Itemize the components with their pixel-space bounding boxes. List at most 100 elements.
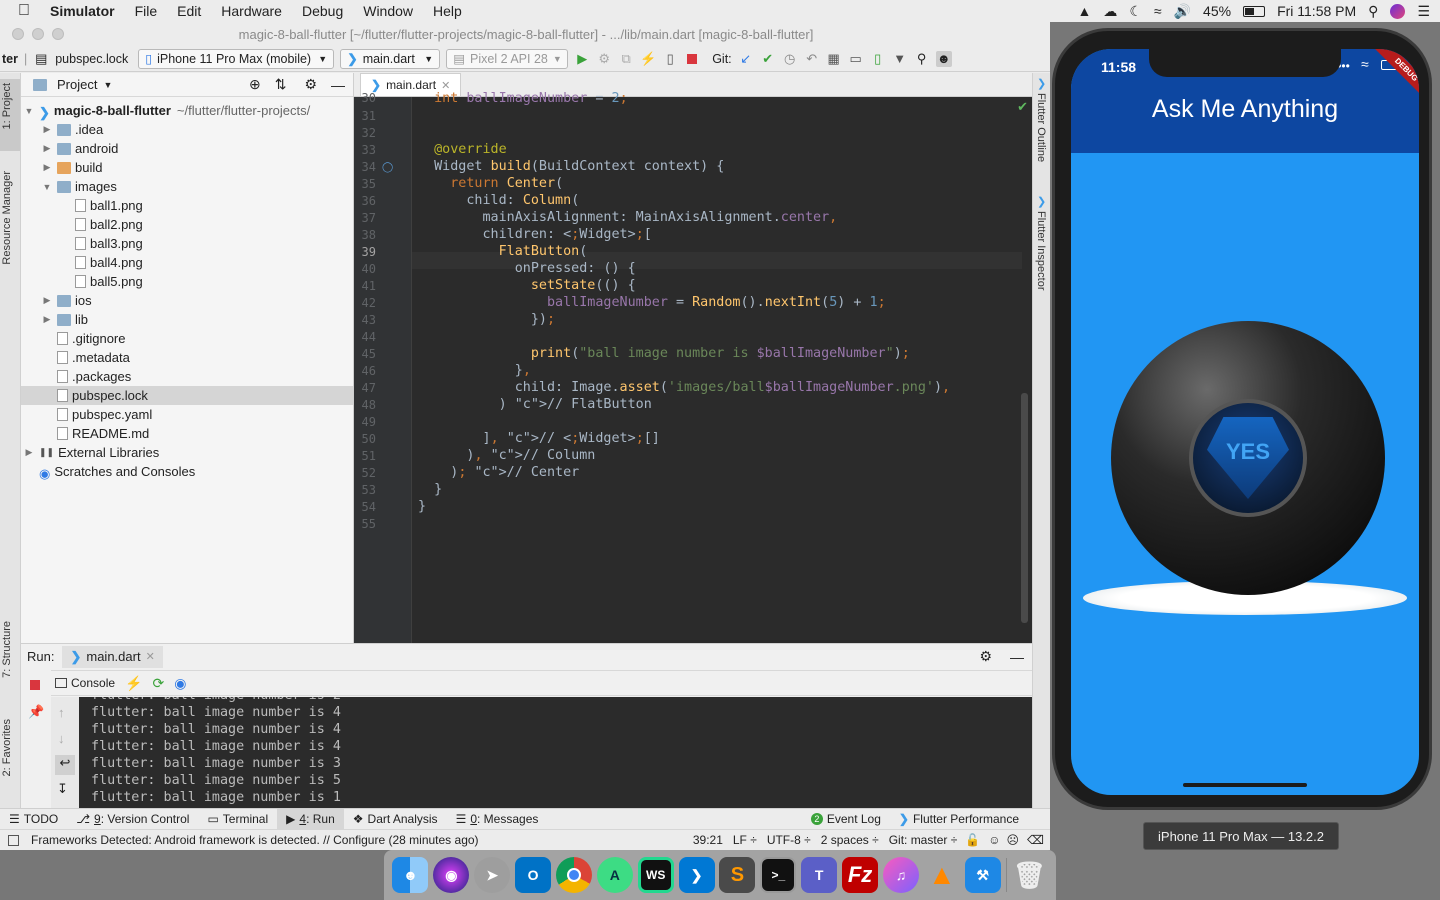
- expand-arrow-icon[interactable]: ▶: [41, 143, 53, 154]
- terminal-toolbar-icon[interactable]: ▭: [848, 51, 864, 67]
- expand-arrow-icon[interactable]: ▶: [41, 124, 53, 135]
- soft-wrap-icon[interactable]: ↩: [55, 755, 75, 775]
- line-number[interactable]: 37: [354, 211, 376, 225]
- code-line[interactable]: children: <;Widget>;[: [418, 226, 651, 243]
- code-line[interactable]: onPressed: () {: [418, 260, 636, 277]
- code-line[interactable]: ), "c">// Column: [418, 447, 595, 464]
- tree-item[interactable]: README.md: [21, 424, 353, 443]
- console-tab[interactable]: Console: [71, 676, 115, 690]
- tree-item[interactable]: ▶ lib: [21, 310, 353, 329]
- pin-icon[interactable]: 📌: [28, 704, 44, 720]
- tool-messages[interactable]: ☰ 0: Messages: [447, 809, 548, 829]
- favorites-label[interactable]: 2: Favorites: [1, 719, 13, 776]
- tool-event-log[interactable]: 2 Event Log: [802, 809, 890, 829]
- finder-icon[interactable]: ☻: [392, 857, 429, 893]
- close-window-icon[interactable]: [12, 28, 24, 40]
- expand-arrow-icon[interactable]: ▼: [41, 182, 53, 192]
- git-branch[interactable]: Git: master ÷: [889, 833, 958, 847]
- tree-item[interactable]: ball5.png: [21, 272, 353, 291]
- happy-face-icon[interactable]: ☺: [988, 833, 1000, 847]
- code-line[interactable]: },: [418, 362, 531, 379]
- git-commit-icon[interactable]: ✔: [760, 51, 776, 67]
- code-line[interactable]: ); "c">// Center: [418, 464, 579, 481]
- line-number[interactable]: 50: [354, 432, 376, 446]
- code-line[interactable]: return Center(: [418, 175, 563, 192]
- hot-reload-icon[interactable]: ⚡: [640, 51, 656, 67]
- code-line[interactable]: child: Column(: [418, 192, 579, 209]
- wifi-icon[interactable]: ≈: [1154, 3, 1162, 19]
- file-encoding[interactable]: UTF-8 ÷: [767, 833, 811, 847]
- tree-item[interactable]: ◉ Scratches and Consoles: [21, 462, 353, 481]
- devices-icon[interactable]: ▯: [662, 51, 678, 67]
- line-number[interactable]: 53: [354, 483, 376, 497]
- line-number[interactable]: 49: [354, 415, 376, 429]
- tool-todo[interactable]: ☰ TODO: [0, 809, 67, 829]
- expand-arrow-icon[interactable]: ▶: [41, 295, 53, 306]
- code-line[interactable]: ) "c">// FlatButton: [418, 396, 652, 413]
- collapse-icon[interactable]: ⇅: [275, 76, 287, 93]
- hide-panel-icon[interactable]: —: [1010, 649, 1024, 665]
- line-number[interactable]: 52: [354, 466, 376, 480]
- status-message[interactable]: Frameworks Detected: Android framework i…: [31, 833, 479, 847]
- code-line[interactable]: Widget build(BuildContext context) {: [418, 158, 724, 175]
- attach-icon[interactable]: ⧉: [618, 51, 634, 67]
- tree-item[interactable]: ▶ ❚❚ External Libraries: [21, 443, 353, 462]
- hide-panel-icon[interactable]: —: [331, 77, 345, 93]
- outlook-icon[interactable]: O: [515, 857, 552, 893]
- code-line[interactable]: ballImageNumber = Random().nextInt(5) + …: [418, 294, 886, 311]
- line-number[interactable]: 34: [354, 160, 376, 174]
- code-line[interactable]: FlatButton(: [418, 243, 588, 260]
- gear-icon[interactable]: ⚙: [979, 648, 992, 665]
- alert-icon[interactable]: ▲: [1077, 3, 1091, 19]
- code-line[interactable]: }: [418, 481, 442, 498]
- flutter-outline-label[interactable]: Flutter Outline: [1035, 93, 1047, 162]
- menu-debug[interactable]: Debug: [292, 3, 353, 19]
- menu-window[interactable]: Window: [353, 3, 423, 19]
- tool-run[interactable]: ▶ 4: Run: [277, 809, 344, 829]
- project-panel-title[interactable]: Project: [57, 77, 97, 92]
- git-update-icon[interactable]: ↙: [738, 51, 754, 67]
- line-number[interactable]: 47: [354, 381, 376, 395]
- user-icon[interactable]: ☻: [935, 50, 952, 67]
- line-number[interactable]: 42: [354, 296, 376, 310]
- line-number[interactable]: 39: [354, 245, 376, 259]
- run-icon[interactable]: ▶: [574, 51, 590, 67]
- tree-item[interactable]: ▶ android: [21, 139, 353, 158]
- run-config-selector[interactable]: ❯ main.dart ▼: [340, 48, 441, 69]
- android-studio-icon[interactable]: A: [596, 857, 633, 893]
- line-number[interactable]: 30: [354, 91, 376, 105]
- expand-arrow-icon[interactable]: ▶: [23, 447, 35, 458]
- launchpad-icon[interactable]: ➤: [474, 857, 511, 893]
- line-number[interactable]: 40: [354, 262, 376, 276]
- line-number[interactable]: 48: [354, 398, 376, 412]
- tree-item[interactable]: ▼ images: [21, 177, 353, 196]
- volume-icon[interactable]: 🔊: [1174, 3, 1191, 20]
- stop-icon[interactable]: [684, 51, 700, 67]
- notification-center-icon[interactable]: ☰: [1417, 3, 1430, 20]
- tree-item[interactable]: ▶ .idea: [21, 120, 353, 139]
- close-tab-icon[interactable]: ✕: [146, 650, 155, 663]
- teams-icon[interactable]: T: [801, 857, 838, 893]
- webstorm-icon[interactable]: WS: [637, 857, 674, 893]
- project-structure-icon[interactable]: ▦: [826, 51, 842, 67]
- code-line[interactable]: setState(() {: [418, 277, 636, 294]
- hot-restart-icon[interactable]: ⟳: [152, 675, 164, 692]
- line-number[interactable]: 36: [354, 194, 376, 208]
- tool-dart-analysis[interactable]: ❖ Dart Analysis: [344, 809, 447, 829]
- battery-icon[interactable]: [1243, 5, 1266, 17]
- indent-setting[interactable]: 2 spaces ÷: [821, 833, 879, 847]
- terminal-icon[interactable]: >_: [760, 857, 797, 893]
- devtools-icon[interactable]: ◉: [174, 675, 186, 692]
- status-toggle-icon[interactable]: [8, 834, 19, 846]
- magic-8-ball-button[interactable]: YES: [1111, 321, 1385, 595]
- expand-arrow-icon[interactable]: ▶: [41, 314, 53, 325]
- trash-status-icon[interactable]: ⌫: [1027, 833, 1044, 847]
- line-number[interactable]: 32: [354, 126, 376, 140]
- tree-item[interactable]: ▶ build: [21, 158, 353, 177]
- home-indicator[interactable]: [1183, 783, 1307, 787]
- sdk-manager-icon[interactable]: ▼: [892, 51, 908, 67]
- resource-manager-label[interactable]: Resource Manager: [1, 171, 13, 265]
- siri-icon[interactable]: ◉: [433, 857, 470, 893]
- moon-icon[interactable]: ☾: [1129, 3, 1142, 20]
- line-number[interactable]: 33: [354, 143, 376, 157]
